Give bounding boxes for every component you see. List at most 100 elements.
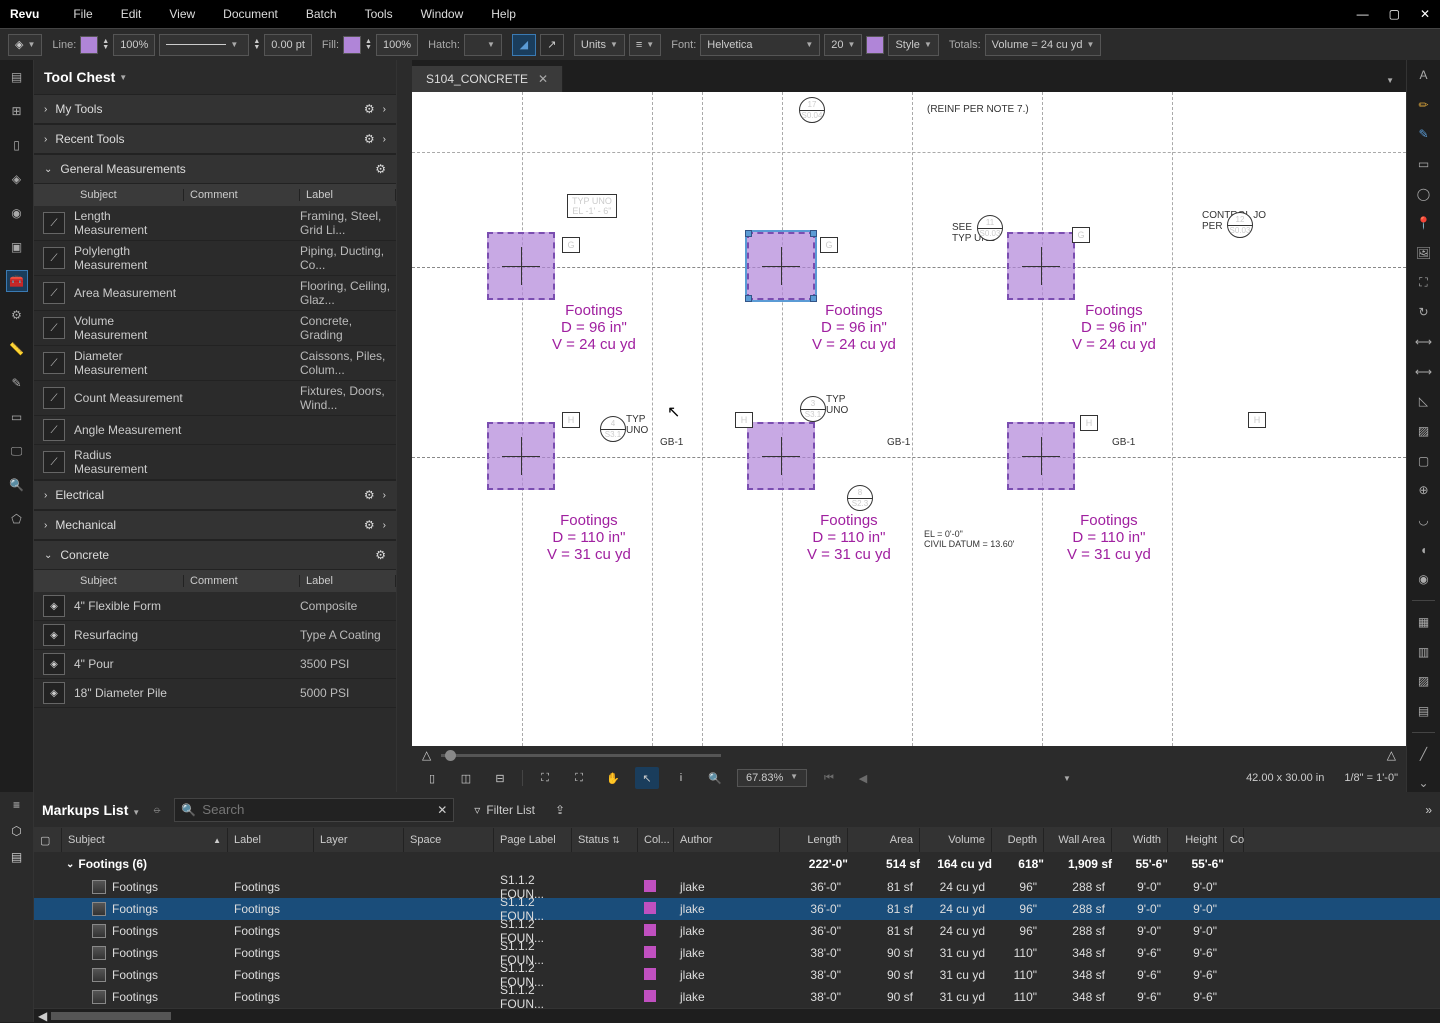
col-author[interactable]: Author [674,828,780,852]
close-button[interactable]: ✕ [1420,7,1430,21]
r-pin-icon[interactable]: 📍 [1413,214,1435,232]
tc-section-general[interactable]: ⌄General Measurements⚙ [34,154,396,184]
pan-icon[interactable]: ✋ [601,767,625,789]
r-triangle-icon[interactable]: ◺ [1413,392,1435,410]
zoom-icon[interactable]: 🔍 [703,767,727,789]
markups-3d-icon[interactable]: ⬡ [11,824,21,838]
triangle-left-icon[interactable]: △ [422,748,431,762]
toolchest-icon[interactable]: 🧰 [6,270,28,292]
r-dim-h-icon[interactable]: ⟷ [1413,363,1435,381]
bookmarks-icon[interactable]: ▯ [6,134,28,156]
first-page-icon[interactable]: ⏮ [817,767,841,789]
col-status[interactable]: Status ⇅ [572,828,638,852]
tc-tool-row[interactable]: ⟋ Radius Measurement [34,445,396,480]
minimize-button[interactable]: — [1357,7,1369,21]
col-space[interactable]: Space [404,828,494,852]
monitor-icon[interactable]: 🖵 [6,440,28,462]
markups-row[interactable]: Footings Footings S1.1.2 FOUN... jlake 3… [34,942,1440,964]
r-dim-v-icon[interactable]: ⟷ [1413,333,1435,351]
links-icon[interactable]: ⬠ [6,508,28,530]
r-pen-icon[interactable]: ✎ [1413,125,1435,143]
col-label[interactable]: Label [228,828,314,852]
tc-tool-row[interactable]: ◈ 18" Diameter Pile 5000 PSI [34,679,396,708]
tc-section-concrete[interactable]: ⌄Concrete⚙ [34,540,396,570]
font-style-dropdown[interactable]: Style▼ [888,34,938,56]
menu-edit[interactable]: Edit [107,3,156,25]
select-icon[interactable]: ↖ [635,767,659,789]
search-icon[interactable]: 🔍 [6,474,28,496]
r-highlight-icon[interactable]: ✏ [1413,96,1435,114]
totals-dropdown[interactable]: Volume = 24 cu yd▼ [985,34,1102,56]
col-co[interactable]: Co [1224,828,1244,852]
settings-icon[interactable]: ⚙ [6,304,28,326]
menu-document[interactable]: Document [209,3,292,25]
grid-icon[interactable]: ⊞ [6,100,28,122]
r-count-icon[interactable]: ◉ [1413,570,1435,588]
col-layer[interactable]: Layer [314,828,404,852]
line-style-dropdown[interactable]: ▼ [159,34,249,56]
menu-tools[interactable]: Tools [351,3,407,25]
footing-5[interactable] [747,422,815,490]
slider-track[interactable] [441,754,721,757]
tc-tool-row[interactable]: ⟋ Polylength Measurement Piping, Ducting… [34,241,396,276]
tc-tool-row[interactable]: ⟋ Area Measurement Flooring, Ceiling, Gl… [34,276,396,311]
markups-row[interactable]: Footings Footings S1.1.2 FOUN... jlake 3… [34,986,1440,1008]
r-image-icon[interactable]: 🖼 [1413,244,1435,262]
hatch-dropdown[interactable]: ▼ [464,34,502,56]
line-opacity-spinner[interactable]: ▲▼ [102,39,109,51]
tc-tool-row[interactable]: ⟋ Volume Measurement Concrete, Grading [34,311,396,346]
footing-4[interactable] [487,422,555,490]
tc-tool-row[interactable]: ◈ 4" Pour 3500 PSI [34,650,396,679]
fit-width-icon[interactable]: ⛶ [567,767,591,789]
tc-scrollbar[interactable] [396,60,412,792]
r-area-icon[interactable]: ▨ [1413,422,1435,440]
fill-opacity-spinner[interactable]: ▲▼ [365,39,372,51]
tc-tool-row[interactable]: ◈ 4" Flexible Form Composite [34,592,396,621]
footing-2-selected[interactable] [747,232,815,300]
r-halfcircle-icon[interactable]: ◖ [1413,541,1435,559]
markups-row[interactable]: Footings Footings S1.1.2 FOUN... jlake 3… [34,898,1440,920]
markups-expand-icon[interactable]: » [1425,803,1432,817]
col-subject[interactable]: Subject▲ [62,828,228,852]
markups-row[interactable]: Footings Footings S1.1.2 FOUN... jlake 3… [34,964,1440,986]
text-icon[interactable]: ▭ [6,406,28,428]
col-depth[interactable]: Depth [992,828,1044,852]
tc-section-mechanical[interactable]: ›Mechanical⚙› [34,510,396,540]
col-page[interactable]: Page Label [494,828,572,852]
footing-6[interactable] [1007,422,1075,490]
fit-page-icon[interactable]: ⛶ [533,767,557,789]
markup-type-dropdown[interactable]: ◈▼ [8,34,42,56]
col-color[interactable]: Col... [638,828,674,852]
r-sq-icon[interactable]: ▢ [1413,452,1435,470]
single-page-icon[interactable]: ▯ [420,767,444,789]
split-horiz-icon[interactable]: ⊟ [488,767,512,789]
highlight-toggle[interactable]: ◢ [512,34,536,56]
tc-section-electrical[interactable]: ›Electrical⚙› [34,480,396,510]
forms-icon[interactable]: ✎ [6,372,28,394]
tab-close-icon[interactable]: ✕ [538,72,548,86]
layout-dropdown[interactable]: ≡▼ [629,34,661,56]
tab-s104-concrete[interactable]: S104_CONCRETE ✕ [412,66,563,92]
r-rotate-icon[interactable]: ↻ [1413,303,1435,321]
col-wall[interactable]: Wall Area [1044,828,1112,852]
r-crop-icon[interactable]: ⛶ [1413,274,1435,292]
markups-list-icon[interactable]: ≡ [13,798,20,812]
compare-icon[interactable]: ▣ [6,236,28,258]
r-extra-icon[interactable]: ▤ [1413,702,1435,720]
fill-color-swatch[interactable] [343,36,361,54]
units-dropdown[interactable]: Units▼ [574,34,625,56]
tc-tool-row[interactable]: ⟋ Count Measurement Fixtures, Doors, Win… [34,381,396,416]
font-color-swatch[interactable] [866,36,884,54]
r-down-icon[interactable]: ⌄ [1413,774,1435,792]
tc-tool-row[interactable]: ⟋ Angle Measurement [34,416,396,445]
page-dropdown[interactable]: ▼ [1055,767,1079,789]
col-height[interactable]: Height [1168,828,1224,852]
filter-button[interactable]: ▿Filter List [466,799,543,821]
menu-view[interactable]: View [155,3,209,25]
spaces-icon[interactable]: ◉ [6,202,28,224]
gear-icon[interactable]: ⚙ [375,162,386,176]
triangle-right-icon[interactable]: △ [1387,748,1396,762]
gear-icon[interactable]: ⚙ [364,488,375,502]
thumbnails-icon[interactable]: ▤ [6,66,28,88]
gear-icon[interactable]: ⚙ [364,518,375,532]
